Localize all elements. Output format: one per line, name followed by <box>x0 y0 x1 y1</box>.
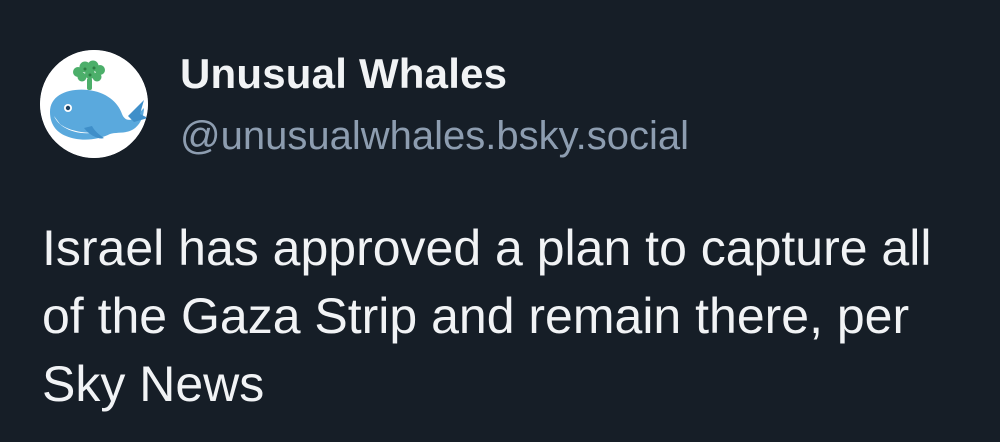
post-author: Unusual Whales @unusualwhales.bsky.socia… <box>180 48 689 160</box>
author-display-name[interactable]: Unusual Whales <box>180 48 689 100</box>
author-handle[interactable]: @unusualwhales.bsky.social <box>180 112 689 160</box>
whale-logo-icon <box>40 50 148 158</box>
post-card: Unusual Whales @unusualwhales.bsky.socia… <box>0 0 1000 442</box>
post-text: Israel has approved a plan to capture al… <box>42 220 932 412</box>
author-avatar[interactable] <box>40 50 148 158</box>
